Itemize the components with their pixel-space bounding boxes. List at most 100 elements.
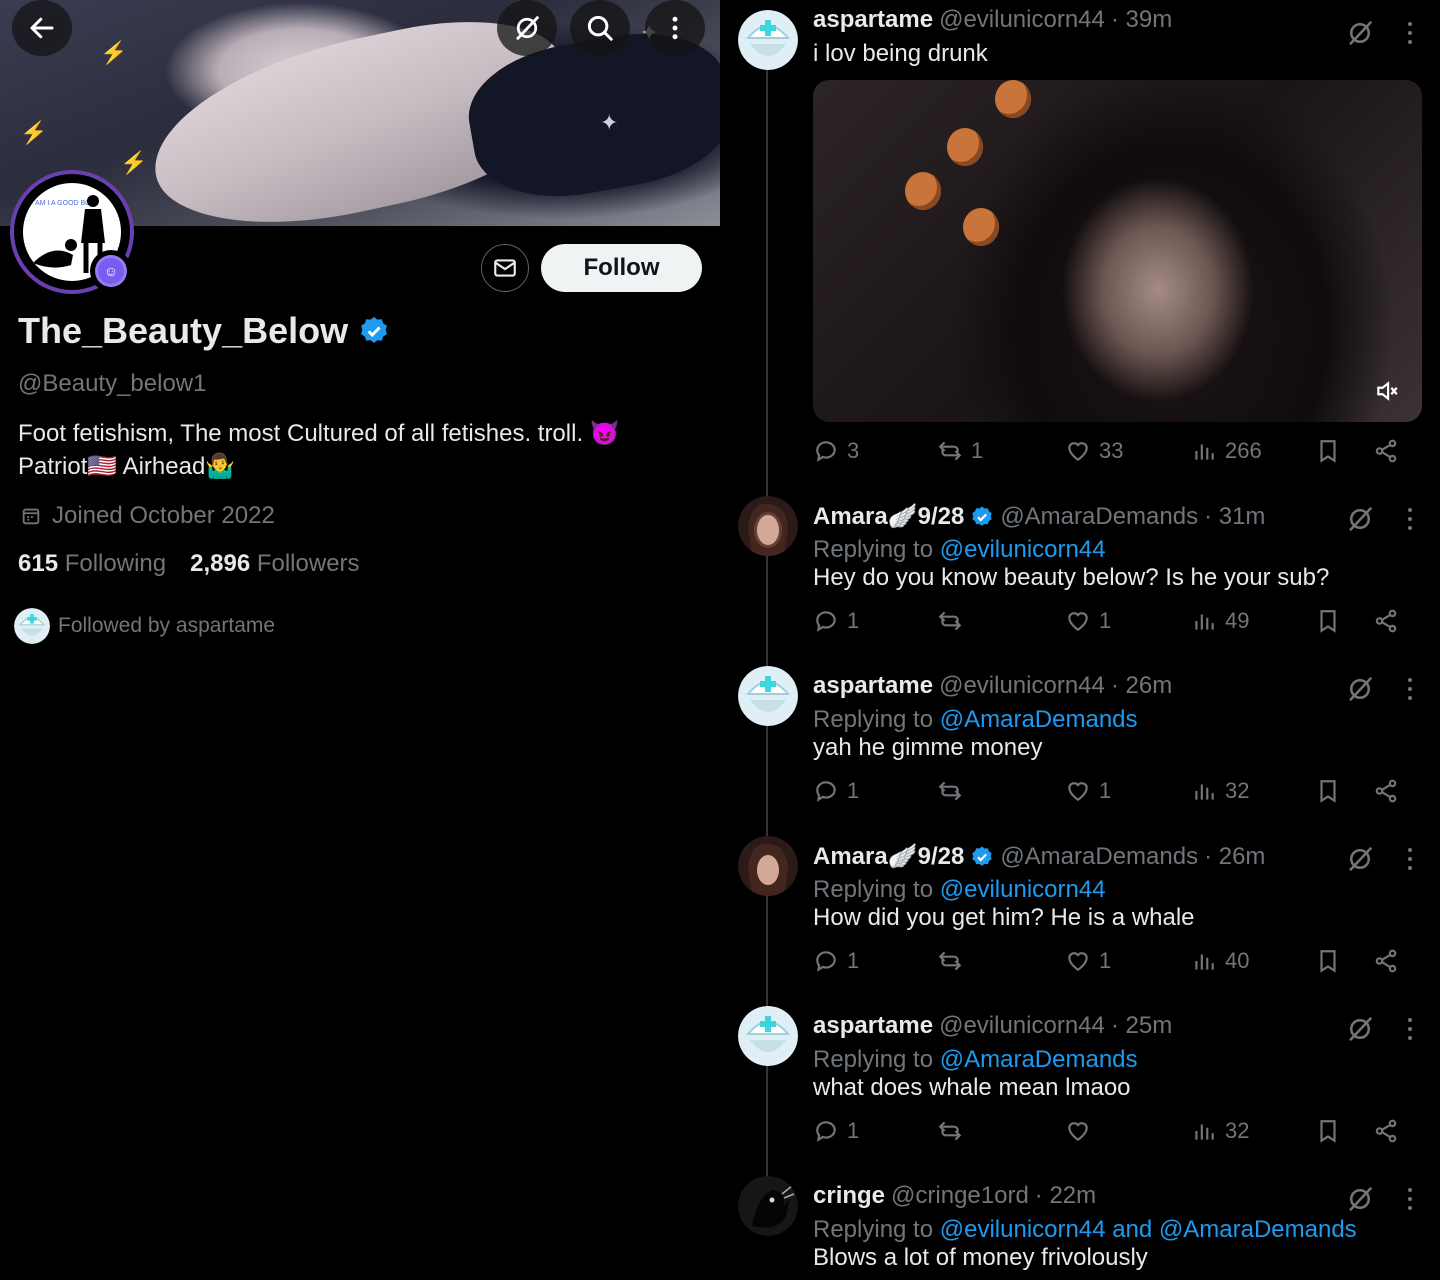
message-button[interactable] <box>481 244 529 292</box>
vertical-dots-icon[interactable] <box>1400 1016 1420 1042</box>
author-name[interactable]: aspartame <box>813 6 933 34</box>
repost-button[interactable] <box>937 608 971 634</box>
tweet[interactable]: cringe @cringe1ord · 22m Replying to @ev… <box>720 1176 1440 1280</box>
author-handle[interactable]: @AmaraDemands <box>1000 503 1198 531</box>
banner-pattern-mark: ⚡ <box>120 150 148 175</box>
tweet-header: aspartame @evilunicorn44 · 26m <box>813 672 1172 700</box>
grok-icon[interactable] <box>1345 844 1375 874</box>
repost-button[interactable] <box>937 1118 971 1144</box>
views-button[interactable]: 40 <box>1191 948 1249 974</box>
followed-by[interactable]: Followed by aspartame <box>14 608 275 644</box>
author-handle[interactable]: @evilunicorn44 <box>939 6 1105 34</box>
grok-icon[interactable] <box>1345 674 1375 704</box>
author-handle[interactable]: @evilunicorn44 <box>939 672 1105 700</box>
share-icon <box>1375 609 1397 633</box>
author-handle[interactable]: @cringe1ord <box>891 1182 1029 1210</box>
bookmark-button[interactable] <box>1315 438 1341 464</box>
author-name[interactable]: Amara🪽9/28 <box>813 502 964 531</box>
followers-link[interactable]: 2,896 Followers <box>190 550 359 578</box>
amara-avatar[interactable] <box>738 496 798 556</box>
aspartame-avatar[interactable] <box>738 666 798 726</box>
reply-button[interactable]: 3 <box>813 438 859 464</box>
bookmark-button[interactable] <box>1315 1118 1341 1144</box>
verified-badge-icon[interactable] <box>970 505 994 529</box>
author-name[interactable]: aspartame <box>813 672 933 700</box>
vertical-dots-icon[interactable] <box>1400 1186 1420 1212</box>
tweet[interactable]: aspartame @evilunicorn44 · 25m Replying … <box>720 1006 1440 1166</box>
reply-button[interactable]: 1 <box>813 948 859 974</box>
like-button[interactable] <box>1065 1118 1099 1144</box>
follow-button[interactable]: Follow <box>541 244 702 292</box>
views-button[interactable]: 32 <box>1191 778 1249 804</box>
like-button[interactable]: 33 <box>1065 438 1123 464</box>
verified-badge-icon[interactable] <box>358 315 390 347</box>
reply-icon <box>816 951 836 972</box>
aspartame-avatar[interactable] <box>738 10 798 70</box>
badge-icon: ☺ <box>95 255 127 287</box>
back-arrow-icon <box>30 17 54 39</box>
vertical-dots-icon[interactable] <box>1400 20 1420 46</box>
author-name[interactable]: cringe <box>813 1182 885 1210</box>
replying-to-link[interactable]: @evilunicorn44 and @AmaraDemands <box>940 1216 1357 1243</box>
amara-avatar[interactable] <box>738 836 798 896</box>
reply-count: 1 <box>847 608 860 633</box>
bookmark-button[interactable] <box>1315 608 1341 634</box>
replying-to-link[interactable]: @AmaraDemands <box>940 1046 1138 1073</box>
tweet-actions: 1 1 40 <box>813 948 1413 980</box>
grok-icon[interactable] <box>1345 1184 1375 1214</box>
muted-speaker-icon[interactable] <box>1374 378 1400 404</box>
tweet-time: · 31m <box>1204 502 1266 530</box>
cringe-avatar[interactable] <box>738 1176 798 1236</box>
pumpkin-decoration <box>995 80 1031 118</box>
following-link[interactable]: 615 Following <box>18 550 166 578</box>
grok-icon[interactable] <box>1345 1014 1375 1044</box>
author-handle[interactable]: @AmaraDemands <box>1000 843 1198 871</box>
tweet[interactable]: Amara🪽9/28 @AmaraDemands · 26m Replying … <box>720 836 1440 996</box>
tweet[interactable]: Amara🪽9/28 @AmaraDemands · 31m Replying … <box>720 496 1440 656</box>
vertical-dots-icon[interactable] <box>1400 676 1420 702</box>
bookmark-button[interactable] <box>1315 778 1341 804</box>
views-button[interactable]: 266 <box>1191 438 1262 464</box>
author-handle[interactable]: @evilunicorn44 <box>939 1012 1105 1040</box>
reply-button[interactable]: 1 <box>813 608 859 634</box>
repost-button[interactable]: 1 <box>937 438 983 464</box>
author-name[interactable]: Amara🪽9/28 <box>813 842 964 871</box>
replying-to: Replying to @AmaraDemands <box>813 1046 1138 1074</box>
replying-to: Replying to @evilunicorn44 <box>813 536 1106 564</box>
more-options-button[interactable] <box>645 0 705 56</box>
grok-icon[interactable] <box>1345 18 1375 48</box>
share-button[interactable] <box>1373 438 1399 464</box>
reply-button[interactable]: 1 <box>813 1118 859 1144</box>
search-button[interactable] <box>570 0 630 56</box>
views-button[interactable]: 32 <box>1191 1118 1249 1144</box>
share-button[interactable] <box>1373 608 1399 634</box>
aspartame-avatar[interactable] <box>738 1006 798 1066</box>
like-button[interactable]: 1 <box>1065 778 1111 804</box>
tweet[interactable]: aspartame @evilunicorn44 · 39m i lov bei… <box>720 6 1440 480</box>
replying-to-link[interactable]: @AmaraDemands <box>940 706 1138 733</box>
share-button[interactable] <box>1373 948 1399 974</box>
grok-icon[interactable] <box>1345 504 1375 534</box>
vertical-dots-icon[interactable] <box>1400 506 1420 532</box>
replying-to-link[interactable]: @evilunicorn44 <box>940 876 1106 903</box>
back-button[interactable] <box>12 0 72 56</box>
share-button[interactable] <box>1373 1118 1399 1144</box>
heart-icon <box>1068 612 1088 631</box>
vertical-dots-icon[interactable] <box>1400 846 1420 872</box>
tweet-video[interactable] <box>813 80 1422 422</box>
share-button[interactable] <box>1373 778 1399 804</box>
bookmark-icon <box>1320 1120 1336 1143</box>
tweet[interactable]: aspartame @evilunicorn44 · 26m Replying … <box>720 666 1440 826</box>
grok-button[interactable] <box>497 0 557 56</box>
display-name-text: The_Beauty_Below <box>18 310 349 351</box>
reply-button[interactable]: 1 <box>813 778 859 804</box>
replying-to-link[interactable]: @evilunicorn44 <box>940 536 1106 563</box>
views-button[interactable]: 49 <box>1191 608 1249 634</box>
author-name[interactable]: aspartame <box>813 1012 933 1040</box>
like-button[interactable]: 1 <box>1065 608 1111 634</box>
repost-button[interactable] <box>937 778 971 804</box>
bookmark-button[interactable] <box>1315 948 1341 974</box>
repost-button[interactable] <box>937 948 971 974</box>
verified-badge-icon[interactable] <box>970 845 994 869</box>
like-button[interactable]: 1 <box>1065 948 1111 974</box>
